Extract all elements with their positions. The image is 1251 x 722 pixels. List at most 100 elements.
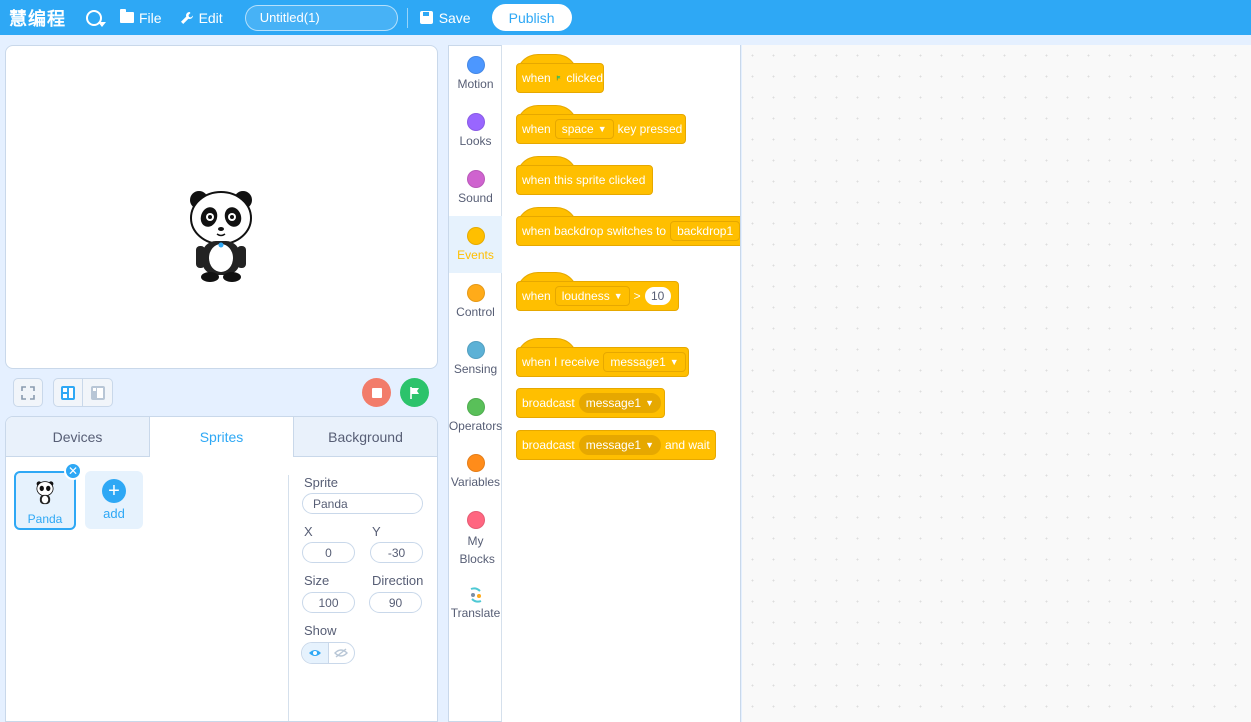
publish-button[interactable]: Publish — [491, 4, 572, 31]
block-text: > — [633, 289, 641, 303]
category-label: Sound — [458, 191, 493, 205]
panel-tabs: Devices Sprites Background — [6, 417, 437, 457]
green-flag-button[interactable] — [400, 378, 429, 407]
dropdown-value: message1 — [585, 396, 642, 410]
code-workspace[interactable] — [742, 45, 1251, 722]
add-sprite-label: add — [103, 506, 125, 521]
show-hidden-button[interactable] — [329, 643, 355, 663]
category-label: Variables — [450, 475, 501, 489]
category-my-blocks[interactable]: My Blocks — [449, 511, 502, 571]
events-color-icon — [466, 227, 485, 245]
menubar-divider — [406, 7, 408, 28]
backdrop-dropdown[interactable]: backdrop1 — [670, 221, 740, 241]
y-label: Y — [372, 524, 381, 539]
category-label: Translate — [450, 606, 501, 620]
block-when-sprite-clicked[interactable]: when this sprite clicked — [516, 165, 653, 195]
dropdown-value: backdrop1 — [677, 224, 734, 238]
edit-menu[interactable]: Edit — [180, 10, 223, 26]
dropdown-value: loudness — [561, 289, 610, 303]
category-variables[interactable]: Variables — [449, 454, 502, 502]
block-broadcast[interactable]: broadcast message1 ▼ — [516, 388, 665, 418]
block-text: when I receive — [522, 355, 600, 369]
tab-background[interactable]: Background — [294, 417, 437, 457]
sensor-dropdown[interactable]: loudness ▼ — [554, 286, 630, 306]
key-dropdown[interactable]: space ▼ — [554, 119, 614, 139]
category-control[interactable]: Control — [449, 284, 502, 332]
brand-logo[interactable]: 慧编程 — [9, 5, 66, 31]
message-dropdown[interactable]: message1 ▼ — [603, 352, 686, 372]
size-input[interactable]: 100 — [302, 592, 355, 613]
category-translate[interactable]: Translate — [449, 586, 502, 626]
block-text: when backdrop switches to — [522, 224, 667, 238]
language-globe-icon[interactable] — [86, 9, 106, 27]
save-label: Save — [438, 9, 471, 26]
block-palette: when clicked when space ▼ key pressed whe… — [502, 45, 741, 722]
category-events[interactable]: Events — [449, 216, 502, 273]
edit-menu-label: Edit — [198, 9, 223, 26]
category-operators[interactable]: Operators — [449, 398, 502, 446]
block-text: clicked — [566, 71, 603, 85]
category-label: Sensing — [453, 362, 498, 376]
x-input[interactable]: 0 — [302, 542, 355, 563]
project-title-input[interactable] — [244, 4, 398, 31]
motion-color-icon — [466, 56, 485, 74]
small-stage-icon — [90, 385, 105, 400]
category-label: Operators — [448, 419, 503, 433]
delete-sprite-icon[interactable]: ✕ — [64, 462, 82, 480]
sprite-tile-panda[interactable]: Panda — [14, 471, 76, 530]
block-when-i-receive[interactable]: when I receive message1 ▼ — [516, 347, 689, 377]
translate-icon — [470, 587, 481, 603]
fullscreen-icon — [21, 385, 35, 400]
fullscreen-button[interactable] — [13, 378, 43, 407]
block-when-key-pressed[interactable]: when space ▼ key pressed — [516, 114, 686, 144]
eye-slash-icon — [334, 648, 349, 658]
block-when-loudness[interactable]: when loudness ▼ > 10 — [516, 281, 679, 311]
category-sound[interactable]: Sound — [449, 170, 502, 218]
message-dropdown[interactable]: message1 ▼ — [578, 393, 661, 413]
show-label: Show — [304, 623, 337, 638]
x-label: X — [304, 524, 313, 539]
direction-label: Direction — [372, 573, 424, 588]
dropdown-arrow-icon: ▼ — [597, 124, 607, 134]
message-dropdown[interactable]: message1 ▼ — [578, 435, 661, 455]
add-sprite-button[interactable]: + add — [85, 471, 143, 529]
stage-controls — [5, 376, 438, 410]
stop-icon — [371, 387, 382, 398]
block-categories: Motion Looks Sound Events Control Sensin… — [448, 45, 502, 722]
small-stage-button[interactable] — [83, 379, 112, 406]
panda-sprite[interactable] — [188, 186, 254, 282]
show-visible-button[interactable] — [302, 643, 329, 663]
block-when-backdrop-switches[interactable]: when backdrop switches to backdrop1 — [516, 216, 740, 246]
dropdown-value: message1 — [585, 438, 642, 452]
stop-button[interactable] — [362, 378, 391, 407]
category-motion[interactable]: Motion — [449, 56, 502, 104]
category-sensing[interactable]: Sensing — [449, 341, 502, 389]
block-broadcast-and-wait[interactable]: broadcast message1 ▼ and wait — [516, 430, 716, 460]
green-flag-icon — [409, 386, 419, 399]
y-input[interactable]: -30 — [370, 542, 423, 563]
block-when-flag-clicked[interactable]: when clicked — [516, 63, 604, 93]
category-looks[interactable]: Looks — [449, 113, 502, 161]
file-menu[interactable]: File — [120, 9, 162, 26]
category-label: Motion — [457, 77, 494, 91]
category-label: My Blocks — [459, 534, 495, 566]
layout-toggle[interactable] — [53, 378, 113, 407]
category-label: Events — [457, 248, 494, 262]
large-stage-icon — [61, 385, 75, 400]
variables-color-icon — [466, 454, 485, 472]
panel-divider — [288, 475, 289, 721]
threshold-input[interactable]: 10 — [644, 287, 671, 305]
save-button[interactable]: Save — [419, 9, 471, 26]
block-text: when — [522, 71, 551, 85]
direction-input[interactable]: 90 — [369, 592, 422, 613]
category-label: Control — [456, 305, 495, 319]
tab-devices[interactable]: Devices — [6, 417, 149, 457]
tab-sprites[interactable]: Sprites — [149, 417, 294, 457]
large-stage-button[interactable] — [54, 379, 84, 406]
block-text: broadcast — [522, 396, 575, 410]
sprite-tile-label: Panda — [27, 512, 63, 526]
block-text: broadcast — [522, 438, 575, 452]
sprite-name-input[interactable]: Panda — [302, 493, 423, 514]
stage[interactable] — [5, 45, 438, 369]
dropdown-value: space — [561, 122, 594, 136]
